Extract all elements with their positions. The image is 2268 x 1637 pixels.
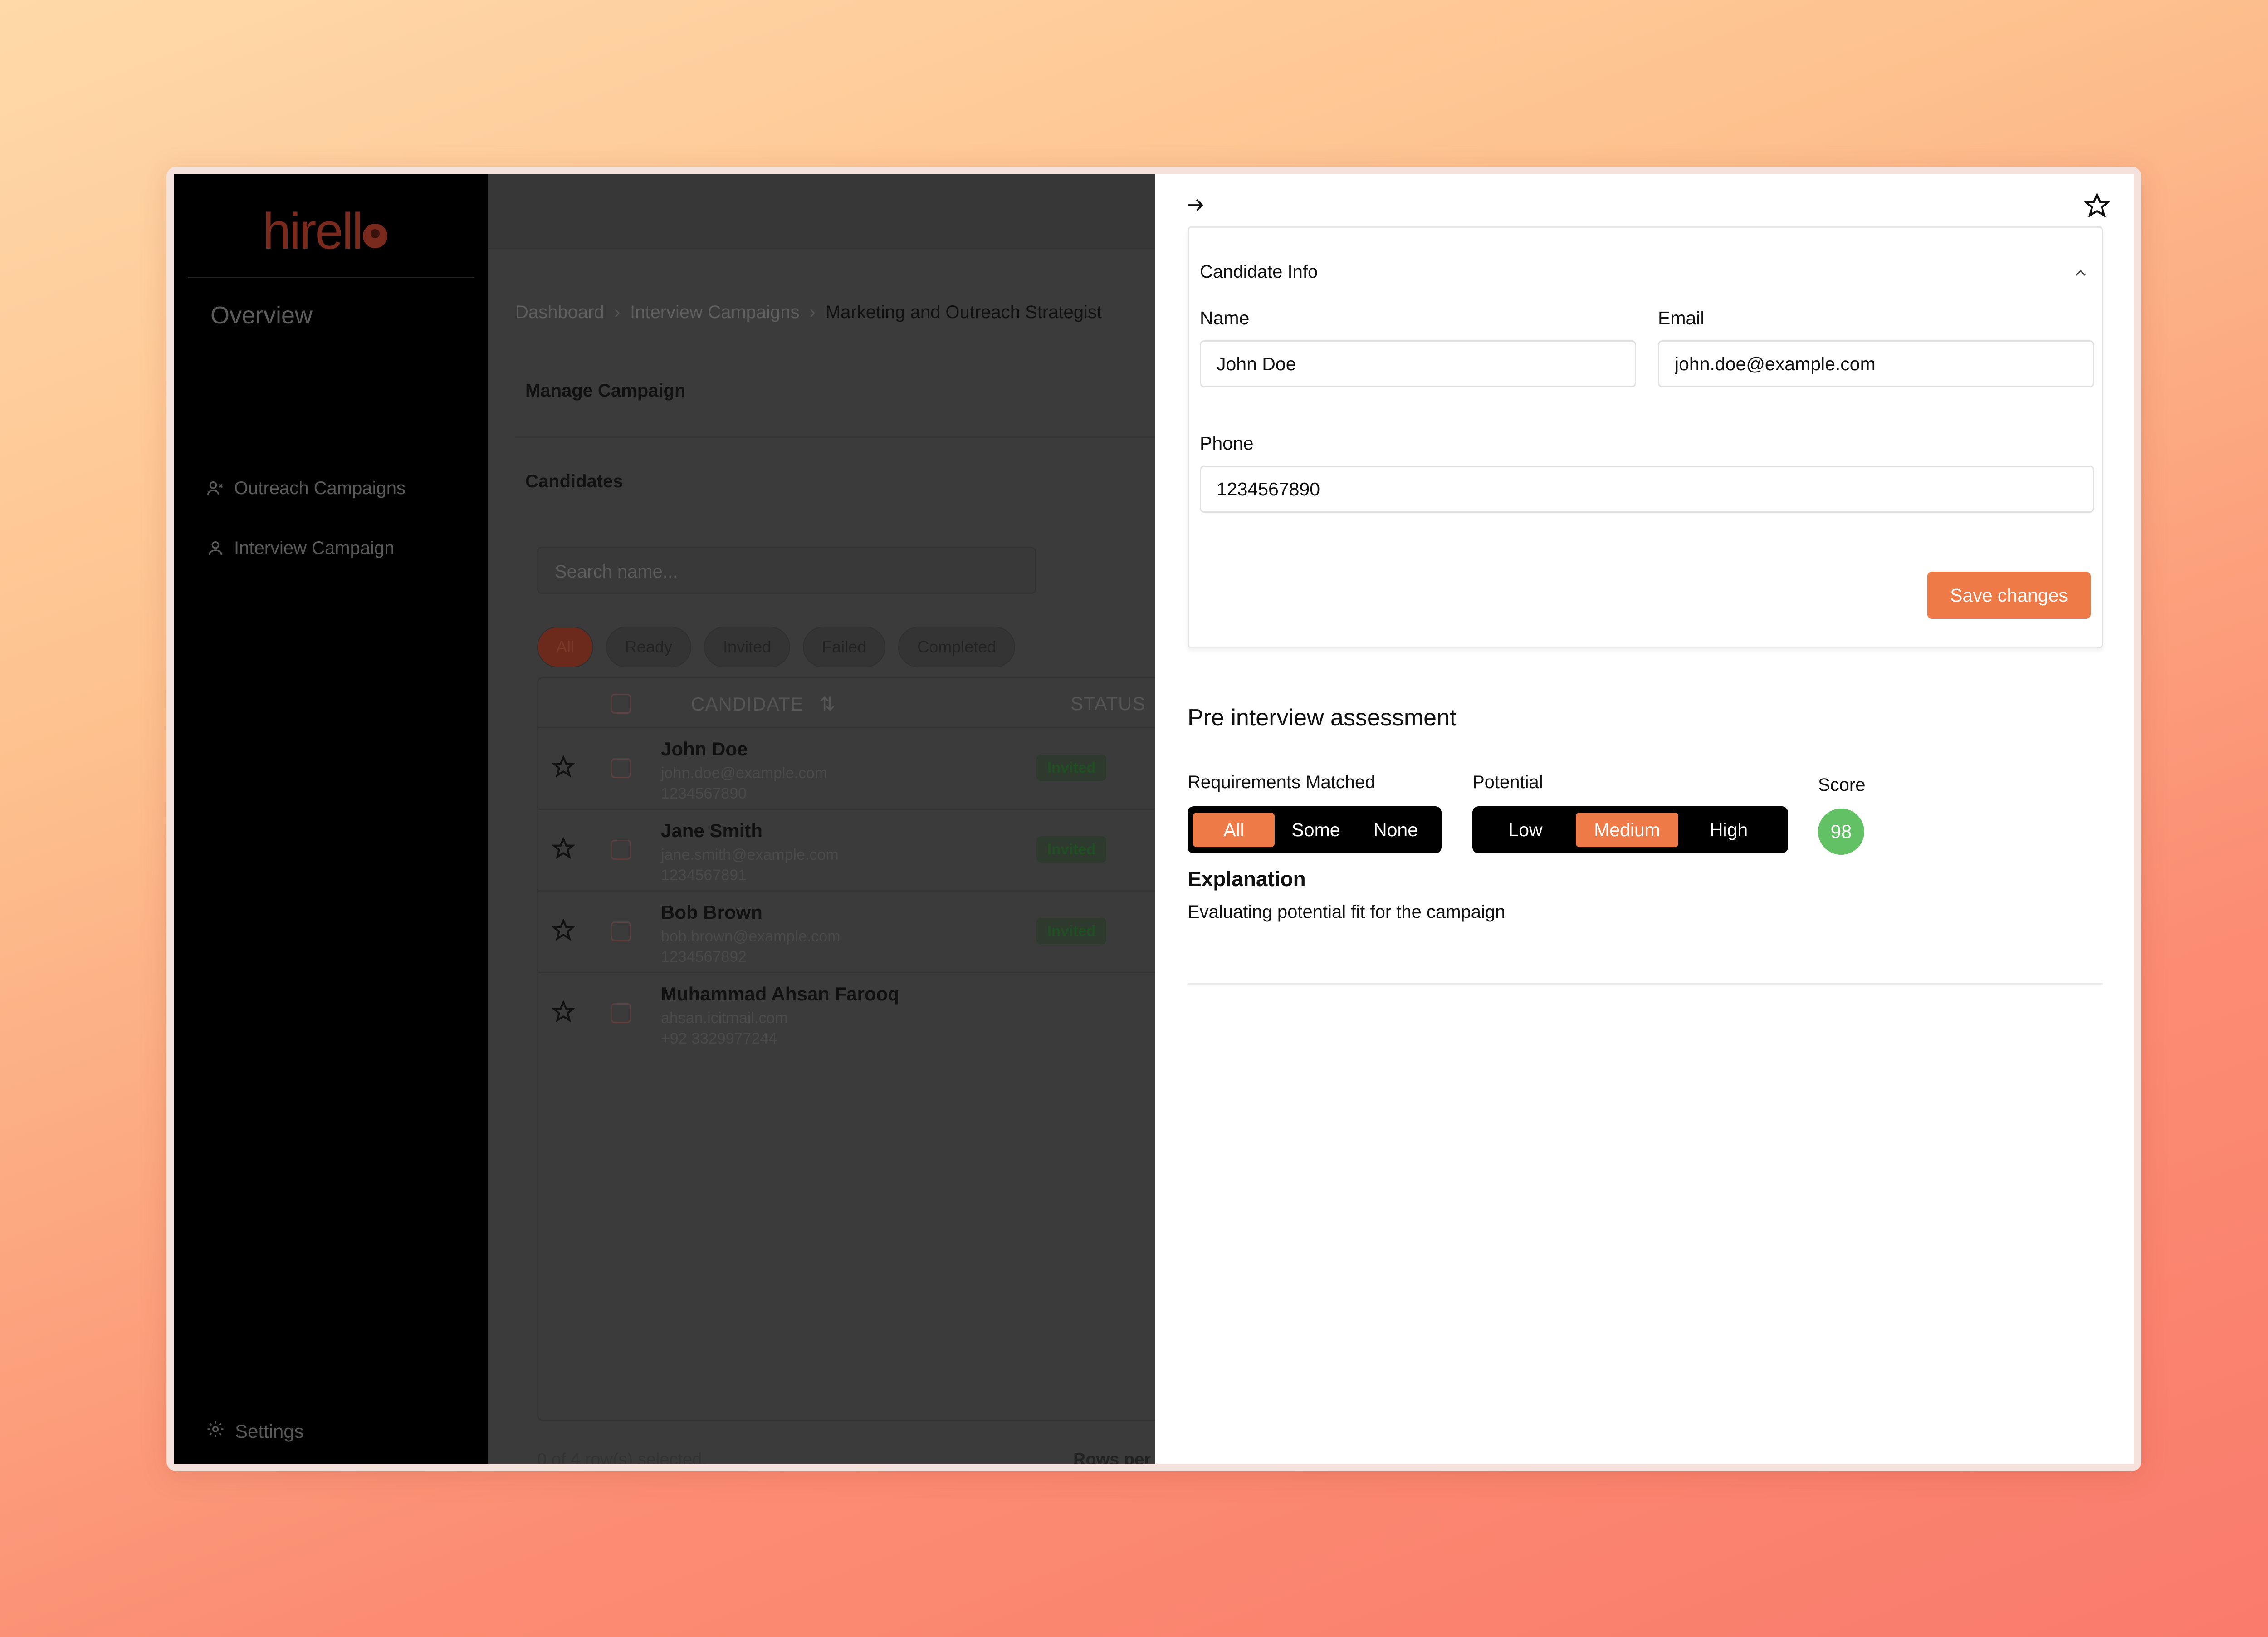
logo-dot-icon xyxy=(362,224,387,248)
row-checkbox[interactable] xyxy=(611,840,631,860)
breadcrumb-current: Marketing and Outreach Strategist xyxy=(825,302,1102,322)
sidebar-item-outreach-campaigns[interactable]: Outreach Campaigns xyxy=(206,470,406,506)
score-badge: 98 xyxy=(1818,809,1864,855)
chevron-right-icon: › xyxy=(614,302,621,322)
main-content: Dashboard › Interview Campaigns › Market… xyxy=(488,174,1155,1464)
sidebar: hirell Overview Outreach Campaigns Inter… xyxy=(174,174,488,1464)
rows-per-page-label: Rows per xyxy=(1073,1450,1151,1464)
star-icon[interactable] xyxy=(552,1000,575,1023)
table-header: CANDIDATE ⇅ STATUS xyxy=(538,678,1155,728)
status-badge: Invited xyxy=(1036,755,1107,781)
candidate-phone: 1234567892 xyxy=(661,948,747,966)
column-status: STATUS xyxy=(1070,693,1146,714)
users-icon xyxy=(206,479,225,498)
assessment-title: Pre interview assessment xyxy=(1188,705,1457,731)
candidate-email: bob.brown@example.com xyxy=(661,928,841,945)
email-field[interactable] xyxy=(1658,340,2094,387)
candidate-phone: 1234567891 xyxy=(661,867,747,884)
filter-completed[interactable]: Completed xyxy=(898,627,1016,667)
filter-all[interactable]: All xyxy=(537,627,594,667)
top-bar xyxy=(488,174,1155,249)
potential-option-low[interactable]: Low xyxy=(1478,813,1573,847)
requirements-option-all[interactable]: All xyxy=(1193,813,1275,847)
user-icon xyxy=(206,539,225,558)
status-badge: Invited xyxy=(1036,836,1107,863)
candidate-phone: +92 3329977244 xyxy=(661,1030,777,1047)
candidates-title: Candidates xyxy=(525,471,623,491)
potential-option-medium[interactable]: Medium xyxy=(1576,813,1678,847)
filter-invited[interactable]: Invited xyxy=(704,627,791,667)
gear-icon xyxy=(206,1420,225,1443)
app-window: hirell Overview Outreach Campaigns Inter… xyxy=(174,174,2134,1464)
candidate-drawer: Candidate Info Name Email Phone Save cha… xyxy=(1155,174,2134,1464)
row-checkbox[interactable] xyxy=(611,758,631,778)
potential-segmented-control: Low Medium High xyxy=(1472,806,1788,853)
table-row[interactable]: Bob Brown bob.brown@example.com 12345678… xyxy=(538,892,1155,973)
phone-field[interactable] xyxy=(1200,466,2094,513)
candidate-info-card: Candidate Info Name Email Phone Save cha… xyxy=(1188,226,2103,648)
settings-label: Settings xyxy=(235,1421,304,1442)
name-label: Name xyxy=(1200,308,1250,328)
star-icon[interactable] xyxy=(552,837,575,860)
name-field[interactable] xyxy=(1200,340,1636,387)
star-icon[interactable] xyxy=(552,919,575,941)
column-candidate-label: CANDIDATE xyxy=(691,693,804,715)
star-icon[interactable] xyxy=(2084,192,2110,219)
table-row[interactable]: Jane Smith jane.smith@example.com 123456… xyxy=(538,810,1155,892)
filter-ready[interactable]: Ready xyxy=(606,627,692,667)
selection-count: 0 of 4 row(s) selected. xyxy=(537,1450,707,1464)
status-filters: All Ready Invited Failed Completed xyxy=(537,627,1016,667)
candidate-phone: 1234567890 xyxy=(661,785,747,802)
phone-label: Phone xyxy=(1200,433,1254,454)
row-checkbox[interactable] xyxy=(611,1003,631,1023)
potential-label: Potential xyxy=(1472,772,1543,792)
chevron-up-icon[interactable] xyxy=(2072,264,2090,282)
breadcrumb-dashboard[interactable]: Dashboard xyxy=(515,302,604,323)
hirello-logo[interactable]: hirell xyxy=(263,201,399,260)
candidate-email: jane.smith@example.com xyxy=(661,846,839,863)
column-candidate[interactable]: CANDIDATE ⇅ xyxy=(691,693,836,715)
explanation-title: Explanation xyxy=(1188,867,1306,891)
status-badge: Invited xyxy=(1036,918,1107,944)
select-all-checkbox[interactable] xyxy=(611,694,631,714)
potential-option-high[interactable]: High xyxy=(1681,813,1776,847)
sidebar-section-title: Overview xyxy=(210,302,313,329)
breadcrumb: Dashboard › Interview Campaigns › Market… xyxy=(515,302,1102,323)
candidate-name: John Doe xyxy=(661,738,748,760)
sidebar-divider xyxy=(188,277,474,278)
score-label: Score xyxy=(1818,775,1866,795)
email-label: Email xyxy=(1658,308,1705,328)
chevron-right-icon: › xyxy=(809,302,816,322)
sidebar-item-label: Outreach Campaigns xyxy=(234,478,406,498)
filter-failed[interactable]: Failed xyxy=(803,627,886,667)
candidate-name: Bob Brown xyxy=(661,902,763,923)
explanation-text: Evaluating potential fit for the campaig… xyxy=(1188,902,1505,922)
sidebar-item-interview-campaign[interactable]: Interview Campaign xyxy=(206,530,395,566)
candidates-table: CANDIDATE ⇅ STATUS John Doe john.doe@exa… xyxy=(537,677,1155,1421)
settings-link[interactable]: Settings xyxy=(206,1420,304,1443)
manage-campaign-title: Manage Campaign xyxy=(525,381,686,401)
requirements-option-none[interactable]: None xyxy=(1357,813,1434,847)
candidate-name: Jane Smith xyxy=(661,820,763,841)
save-changes-button[interactable]: Save changes xyxy=(1927,572,2091,619)
search-input[interactable]: Search name... xyxy=(537,547,1036,594)
row-checkbox[interactable] xyxy=(611,921,631,941)
star-icon[interactable] xyxy=(552,755,575,778)
arrow-right-icon[interactable] xyxy=(1183,192,1208,218)
requirements-option-some[interactable]: Some xyxy=(1277,813,1354,847)
candidate-info-title: Candidate Info xyxy=(1200,262,1318,282)
candidate-email: ahsan.icitmail.com xyxy=(661,1010,788,1027)
sort-icon[interactable]: ⇅ xyxy=(819,693,836,715)
divider xyxy=(515,436,1155,438)
divider xyxy=(1188,983,2103,985)
table-row[interactable]: Muhammad Ahsan Farooq ahsan.icitmail.com… xyxy=(538,973,1155,1055)
sidebar-item-label: Interview Campaign xyxy=(234,538,395,558)
breadcrumb-interview-campaigns[interactable]: Interview Campaigns xyxy=(630,302,800,323)
table-row[interactable]: John Doe john.doe@example.com 1234567890… xyxy=(538,728,1155,810)
candidate-email: john.doe@example.com xyxy=(661,765,828,782)
logo-text: hirell xyxy=(263,202,363,260)
requirements-label: Requirements Matched xyxy=(1188,772,1375,792)
requirements-segmented-control: All Some None xyxy=(1188,806,1442,853)
candidate-name: Muhammad Ahsan Farooq xyxy=(661,983,899,1005)
